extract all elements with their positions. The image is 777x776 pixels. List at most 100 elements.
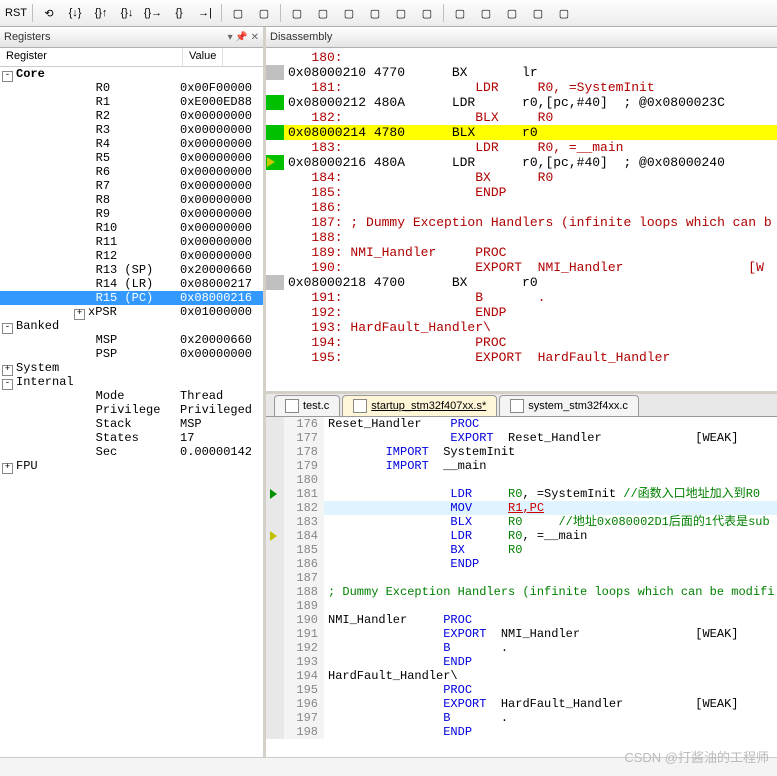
gutter[interactable] — [266, 200, 284, 215]
toolbar-btn-7[interactable]: →| — [193, 1, 217, 25]
disasm-line[interactable]: 187: ; Dummy Exception Handlers (infinit… — [266, 215, 777, 230]
register-row[interactable]: MSP0x20000660 — [0, 333, 263, 347]
editor-line[interactable]: 195 PROC — [266, 683, 777, 697]
editor-gutter[interactable] — [266, 515, 284, 529]
editor-tab[interactable]: test.c — [274, 395, 340, 416]
toolbar-btn-3[interactable]: {}↑ — [89, 1, 113, 25]
disasm-line[interactable]: 193: HardFault_Handler\ — [266, 320, 777, 335]
editor-line[interactable]: 192 B . — [266, 641, 777, 655]
register-row[interactable]: PrivilegePrivileged — [0, 403, 263, 417]
register-row[interactable]: R14 (LR)0x08000217 — [0, 277, 263, 291]
expand-icon[interactable]: + — [2, 463, 13, 474]
disasm-line[interactable]: 190: EXPORT NMI_Handler [W — [266, 260, 777, 275]
editor-line[interactable]: 196 EXPORT HardFault_Handler [WEAK] — [266, 697, 777, 711]
toolbar-btn-2[interactable]: {↓} — [63, 1, 87, 25]
editor-line[interactable]: 187 — [266, 571, 777, 585]
editor-gutter[interactable] — [266, 641, 284, 655]
editor-line[interactable]: 184 LDR R0, =__main — [266, 529, 777, 543]
editor-line[interactable]: 198 ENDP — [266, 725, 777, 739]
editor-line[interactable]: 193 ENDP — [266, 655, 777, 669]
disasm-line[interactable]: 189: NMI_Handler PROC — [266, 245, 777, 260]
disasm-line[interactable]: 0x08000210 4770 BX lr — [266, 65, 777, 80]
editor-line[interactable]: 183 BLX R0 //地址0x080002D1后面的1代表是sub — [266, 515, 777, 529]
editor-tab[interactable]: startup_stm32f407xx.s* — [342, 395, 497, 416]
register-row[interactable]: R00x00F00000 — [0, 81, 263, 95]
toolbar-btn-11[interactable]: ▢ — [311, 1, 335, 25]
toolbar-btn-20[interactable]: ▢ — [552, 1, 576, 25]
toolbar-btn-16[interactable]: ▢ — [448, 1, 472, 25]
disasm-line[interactable]: 186: — [266, 200, 777, 215]
toolbar-btn-13[interactable]: ▢ — [363, 1, 387, 25]
source-editor[interactable]: 176Reset_Handler PROC177 EXPORT Reset_Ha… — [266, 417, 777, 758]
editor-gutter[interactable] — [266, 557, 284, 571]
disassembly-view[interactable]: 180:0x08000210 4770 BX lr 181: LDR R0, =… — [266, 48, 777, 394]
editor-gutter[interactable] — [266, 571, 284, 585]
disasm-line[interactable]: 180: — [266, 50, 777, 65]
editor-gutter[interactable] — [266, 473, 284, 487]
editor-line[interactable]: 191 EXPORT NMI_Handler [WEAK] — [266, 627, 777, 641]
expand-icon[interactable]: - — [2, 323, 13, 334]
editor-line[interactable]: 194HardFault_Handler\ — [266, 669, 777, 683]
editor-gutter[interactable] — [266, 711, 284, 725]
editor-gutter[interactable] — [266, 627, 284, 641]
gutter[interactable] — [266, 230, 284, 245]
editor-line[interactable]: 179 IMPORT __main — [266, 459, 777, 473]
register-row[interactable]: R60x00000000 — [0, 165, 263, 179]
expand-icon[interactable]: - — [2, 379, 13, 390]
disasm-line[interactable]: 184: BX R0 — [266, 170, 777, 185]
editor-line[interactable]: 180 — [266, 473, 777, 487]
toolbar-btn-4[interactable]: {}↓ — [115, 1, 139, 25]
editor-gutter[interactable] — [266, 613, 284, 627]
register-row[interactable]: R30x00000000 — [0, 123, 263, 137]
disasm-line[interactable]: 0x08000212 480A LDR r0,[pc,#40] ; @0x080… — [266, 95, 777, 110]
disasm-line[interactable]: 182: BLX R0 — [266, 110, 777, 125]
disasm-line[interactable]: 0x08000216 480A LDR r0,[pc,#40] ; @0x080… — [266, 155, 777, 170]
editor-line[interactable]: 181 LDR R0, =SystemInit //函数入口地址加入到R0 — [266, 487, 777, 501]
editor-gutter[interactable] — [266, 669, 284, 683]
editor-line[interactable]: 177 EXPORT Reset_Handler [WEAK] — [266, 431, 777, 445]
toolbar-btn-0[interactable]: RST — [4, 1, 28, 25]
gutter[interactable] — [266, 110, 284, 125]
register-row[interactable]: Sec0.00000142 — [0, 445, 263, 459]
editor-gutter[interactable] — [266, 543, 284, 557]
col-register[interactable]: Register — [0, 48, 183, 66]
gutter[interactable] — [266, 260, 284, 275]
disasm-line[interactable]: 0x08000214 4780 BLX r0 — [266, 125, 777, 140]
editor-gutter[interactable] — [266, 417, 284, 431]
register-row[interactable]: +FPU — [0, 459, 263, 473]
register-row[interactable]: R10xE000ED88 — [0, 95, 263, 109]
editor-line[interactable]: 188; Dummy Exception Handlers (infinite … — [266, 585, 777, 599]
disasm-line[interactable]: 194: PROC — [266, 335, 777, 350]
gutter[interactable] — [266, 125, 284, 140]
gutter[interactable] — [266, 80, 284, 95]
gutter[interactable] — [266, 215, 284, 230]
toolbar-btn-17[interactable]: ▢ — [474, 1, 498, 25]
editor-gutter[interactable] — [266, 585, 284, 599]
register-row[interactable]: R15 (PC)0x08000216 — [0, 291, 263, 305]
register-row[interactable]: R70x00000000 — [0, 179, 263, 193]
toolbar-btn-8[interactable]: ▢ — [226, 1, 250, 25]
toolbar-btn-10[interactable]: ▢ — [285, 1, 309, 25]
register-row[interactable]: ModeThread — [0, 389, 263, 403]
toolbar-btn-15[interactable]: ▢ — [415, 1, 439, 25]
register-row[interactable]: -Internal — [0, 375, 263, 389]
editor-line[interactable]: 176Reset_Handler PROC — [266, 417, 777, 431]
register-row[interactable]: R110x00000000 — [0, 235, 263, 249]
editor-line[interactable]: 189 — [266, 599, 777, 613]
register-row[interactable]: R100x00000000 — [0, 221, 263, 235]
register-row[interactable]: R20x00000000 — [0, 109, 263, 123]
gutter[interactable] — [266, 290, 284, 305]
register-row[interactable]: R120x00000000 — [0, 249, 263, 263]
editor-line[interactable]: 182 MOV R1,PC — [266, 501, 777, 515]
register-row[interactable]: R90x00000000 — [0, 207, 263, 221]
col-value[interactable]: Value — [183, 48, 223, 66]
editor-line[interactable]: 185 BX R0 — [266, 543, 777, 557]
editor-gutter[interactable] — [266, 501, 284, 515]
editor-gutter[interactable] — [266, 431, 284, 445]
toolbar-btn-9[interactable]: ▢ — [252, 1, 276, 25]
editor-gutter[interactable] — [266, 445, 284, 459]
toolbar-btn-18[interactable]: ▢ — [500, 1, 524, 25]
register-row[interactable]: StackMSP — [0, 417, 263, 431]
gutter[interactable] — [266, 140, 284, 155]
editor-line[interactable]: 178 IMPORT SystemInit — [266, 445, 777, 459]
